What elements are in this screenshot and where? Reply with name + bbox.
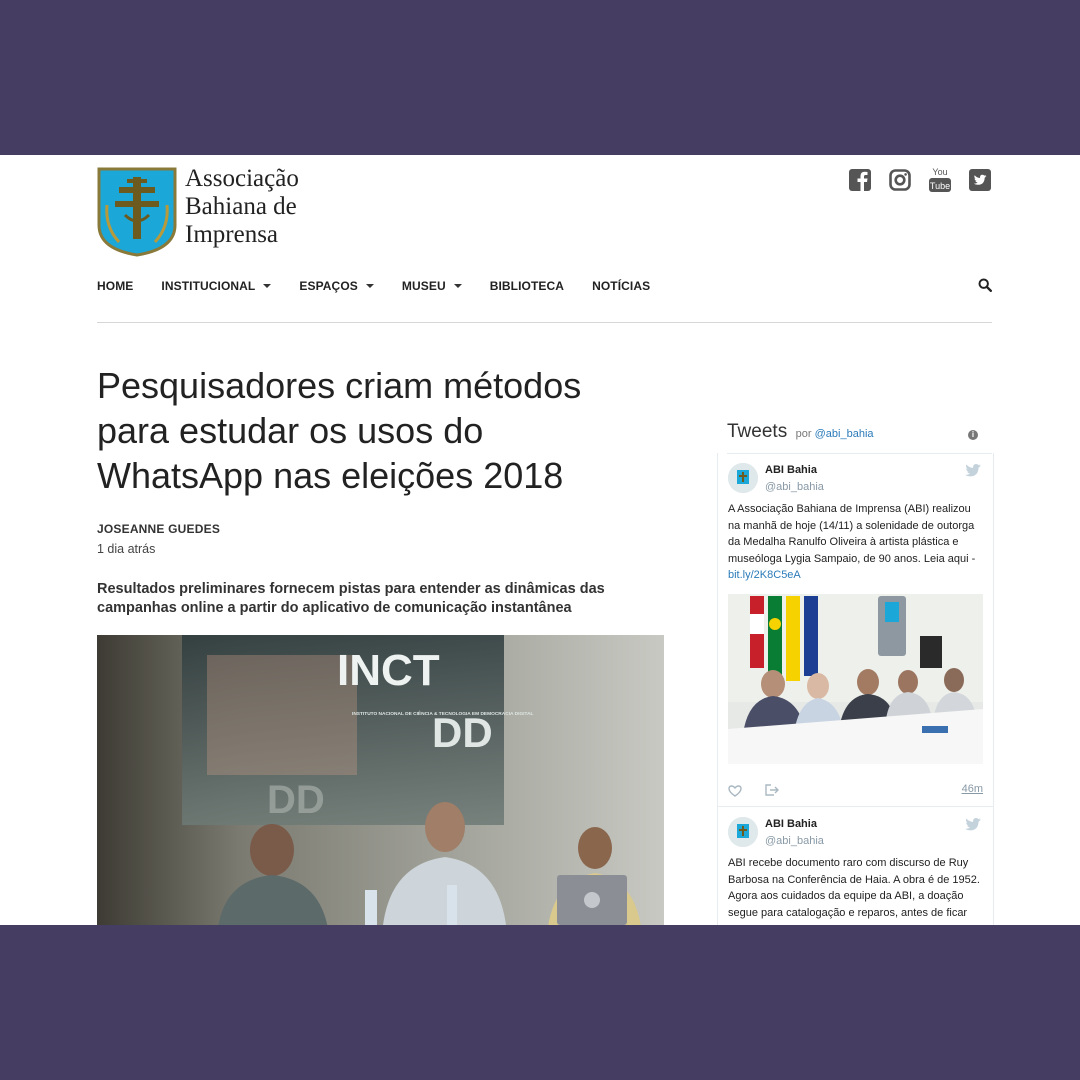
tweet-item[interactable]: ABI Bahia @abi_bahia ABI recebe document… — [718, 807, 993, 925]
nav-item-espacos[interactable]: ESPAÇOS — [299, 279, 374, 293]
instagram-icon[interactable] — [888, 168, 912, 192]
twitter-bird-icon[interactable] — [965, 464, 981, 482]
article-lead: Resultados preliminares fornecem pistas … — [97, 581, 605, 616]
article-photo: INCT DD INSTITUTO NACIONAL DE CIÊNCIA & … — [97, 635, 664, 925]
tweet-link[interactable]: bit.ly/2K8C5eA — [728, 569, 801, 581]
main-nav: HOME INSTITUCIONAL ESPAÇOS MUSEU BIBLIOT… — [97, 278, 993, 323]
tweets-title: Tweets — [727, 421, 788, 442]
youtube-text-bottom: Tube — [930, 181, 950, 191]
tweet-author-name[interactable]: ABI Bahia — [765, 818, 817, 830]
logo-line-1: Associação — [185, 165, 299, 192]
nav-label: INSTITUCIONAL — [161, 279, 256, 293]
tweet-item[interactable]: ABI Bahia @abi_bahia A Associação Bahian… — [718, 453, 993, 805]
twitter-icon[interactable] — [968, 168, 992, 192]
logo-wordmark: Associação Bahiana de Imprensa — [185, 165, 299, 249]
nav-item-institucional[interactable]: INSTITUCIONAL — [161, 279, 272, 293]
article-time: 1 dia atrás — [97, 542, 156, 556]
caret-down-icon — [453, 284, 462, 288]
tweet-body: A Associação Bahiana de Imprensa (ABI) r… — [728, 503, 976, 565]
nav-label: MUSEU — [401, 279, 446, 293]
tweet-actions: 46m — [728, 783, 983, 799]
avatar[interactable] — [728, 817, 758, 847]
caret-down-icon — [365, 284, 374, 288]
tweet-text: ABI recebe documento raro com discurso d… — [728, 857, 980, 919]
photo-screen-dd-reflection: DD — [267, 778, 325, 822]
social-links: You Tube — [848, 167, 992, 192]
twitter-bird-icon[interactable] — [965, 818, 981, 836]
tweets-timeline[interactable]: ABI Bahia @abi_bahia A Associação Bahian… — [717, 453, 994, 925]
nav-item-home[interactable]: HOME — [97, 279, 133, 293]
avatar[interactable] — [728, 463, 758, 493]
nav-label: BIBLIOTECA — [489, 279, 565, 293]
photo-screen-title: INCT — [337, 646, 440, 695]
youtube-icon[interactable]: You Tube — [928, 167, 952, 192]
tweets-widget-header: Tweets por @abi_bahia i — [727, 421, 992, 454]
nav-label: NOTÍCIAS — [592, 279, 651, 293]
tweets-handle-link[interactable]: @abi_bahia — [815, 428, 874, 440]
site-logo[interactable]: Associação Bahiana de Imprensa — [97, 165, 299, 257]
tweet-media[interactable] — [728, 594, 983, 764]
browser-page: Associação Bahiana de Imprensa You Tube … — [0, 155, 1080, 925]
share-icon[interactable] — [765, 783, 779, 801]
nav-item-biblioteca[interactable]: BIBLIOTECA — [490, 279, 564, 293]
nav-label: HOME — [97, 279, 134, 293]
tweet-author-name[interactable]: ABI Bahia — [765, 464, 817, 476]
tweets-by-label: por — [795, 428, 812, 440]
logo-line-3: Imprensa — [185, 221, 279, 248]
info-icon[interactable]: i — [968, 430, 978, 440]
tweet-author-handle[interactable]: @abi_bahia — [765, 835, 824, 847]
tweets-by: por @abi_bahia — [796, 428, 874, 440]
tweet-author-handle[interactable]: @abi_bahia — [765, 481, 824, 493]
caret-down-icon — [263, 284, 272, 288]
heart-icon[interactable] — [728, 784, 742, 802]
nav-item-noticias[interactable]: NOTÍCIAS — [592, 279, 650, 293]
facebook-icon[interactable] — [848, 168, 872, 192]
abi-crest-icon — [97, 167, 177, 257]
tweet-text: A Associação Bahiana de Imprensa (ABI) r… — [728, 501, 983, 584]
nav-label: ESPAÇOS — [299, 279, 358, 293]
youtube-text-top: You — [932, 167, 947, 177]
article-author[interactable]: JOSEANNE GUEDES — [97, 522, 220, 536]
nav-item-museu[interactable]: MUSEU — [402, 279, 462, 293]
tweet-timestamp[interactable]: 46m — [962, 783, 983, 795]
logo-line-2: Bahiana de — [185, 193, 297, 220]
search-icon[interactable] — [978, 278, 993, 297]
article-title: Pesquisadores criam métodos para estudar… — [97, 365, 582, 496]
